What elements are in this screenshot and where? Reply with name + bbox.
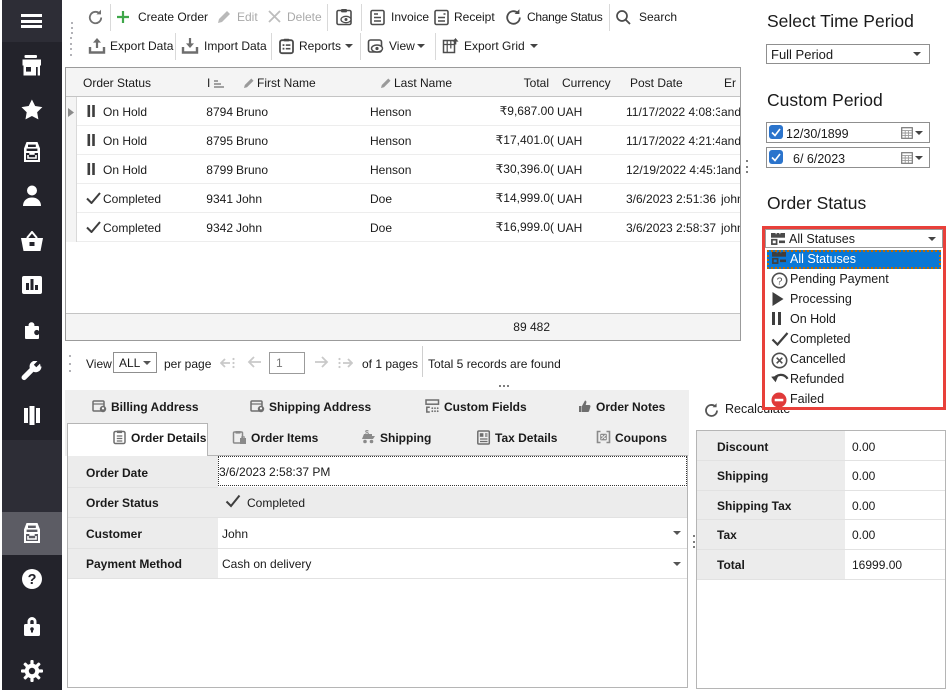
svg-text:?: ? [777,275,783,287]
svg-text:$: $ [365,430,369,437]
svg-text:?: ? [28,572,37,588]
